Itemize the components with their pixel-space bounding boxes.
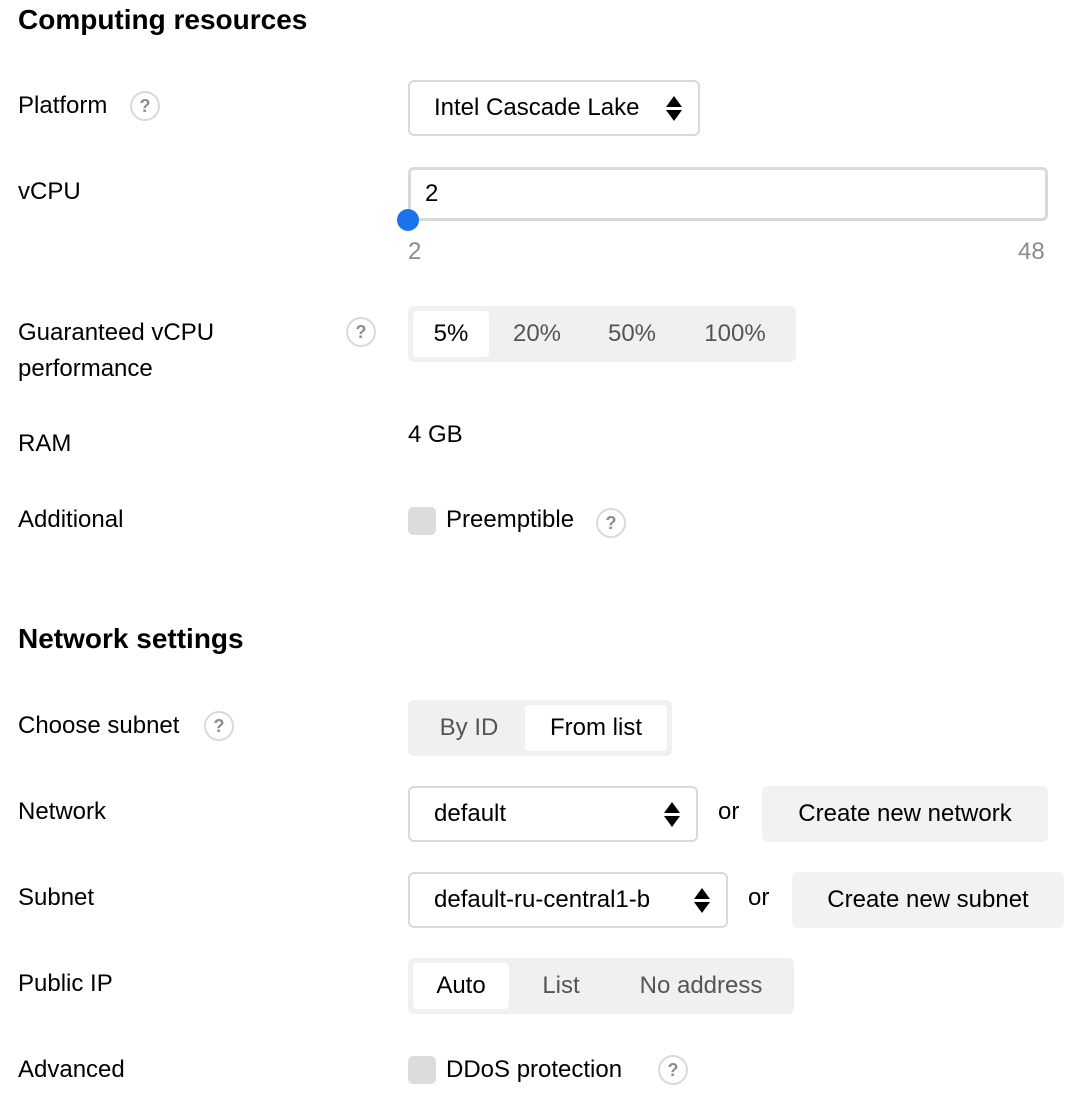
network-select-value: default bbox=[434, 800, 507, 827]
public-ip-auto-option[interactable]: Auto bbox=[413, 963, 509, 1009]
subnet-label: Subnet bbox=[18, 884, 95, 911]
subnet-from-list-option[interactable]: From list bbox=[525, 705, 667, 751]
guaranteed-performance-label: Guaranteed vCPU performance bbox=[18, 315, 214, 387]
guaranteed-option-100[interactable]: 100% bbox=[679, 311, 791, 357]
computing-resources-title: Computing resources bbox=[18, 4, 308, 35]
vcpu-input-value: 2 bbox=[425, 180, 439, 207]
public-ip-label: Public IP bbox=[18, 970, 113, 997]
vcpu-input[interactable]: 2 bbox=[408, 167, 1048, 221]
vcpu-min-label: 2 bbox=[408, 238, 422, 265]
select-arrows-icon bbox=[694, 887, 710, 913]
vcpu-slider-handle[interactable] bbox=[397, 209, 419, 231]
guaranteed-performance-segmented: 5% 20% 50% 100% bbox=[408, 306, 796, 362]
guaranteed-performance-label-line2: performance bbox=[18, 355, 153, 382]
preemptible-checkbox[interactable] bbox=[408, 507, 436, 535]
public-ip-no-address-option[interactable]: No address bbox=[613, 963, 789, 1009]
subnet-or-text: or bbox=[748, 884, 770, 911]
preemptible-help-icon[interactable]: ? bbox=[596, 508, 626, 538]
platform-label: Platform bbox=[18, 92, 108, 119]
network-select[interactable]: default bbox=[408, 786, 698, 842]
vcpu-label: vCPU bbox=[18, 178, 81, 205]
guaranteed-option-5[interactable]: 5% bbox=[413, 311, 489, 357]
platform-help-icon[interactable]: ? bbox=[130, 91, 160, 121]
select-arrows-icon bbox=[666, 95, 682, 121]
guaranteed-performance-label-line1: Guaranteed vCPU bbox=[18, 319, 215, 346]
advanced-label: Advanced bbox=[18, 1056, 125, 1083]
subnet-by-id-option[interactable]: By ID bbox=[413, 705, 525, 751]
public-ip-segmented: Auto List No address bbox=[408, 958, 794, 1014]
preemptible-label[interactable]: Preemptible bbox=[446, 502, 574, 538]
subnet-select-value: default-ru-central1-b bbox=[434, 886, 651, 913]
create-network-button[interactable]: Create new network bbox=[762, 786, 1048, 842]
guaranteed-option-50[interactable]: 50% bbox=[585, 311, 679, 357]
choose-subnet-label: Choose subnet bbox=[18, 712, 180, 739]
ddos-protection-checkbox[interactable] bbox=[408, 1056, 436, 1084]
platform-select[interactable]: Intel Cascade Lake bbox=[408, 80, 700, 136]
ram-value: 4 GB bbox=[408, 421, 463, 448]
ram-label: RAM bbox=[18, 430, 72, 457]
select-arrows-icon bbox=[664, 801, 680, 827]
network-label: Network bbox=[18, 798, 107, 825]
create-subnet-button[interactable]: Create new subnet bbox=[792, 872, 1064, 928]
ddos-protection-help-icon[interactable]: ? bbox=[658, 1055, 688, 1085]
public-ip-list-option[interactable]: List bbox=[509, 963, 613, 1009]
subnet-select[interactable]: default-ru-central1-b bbox=[408, 872, 728, 928]
platform-select-value: Intel Cascade Lake bbox=[434, 94, 640, 121]
vcpu-max-label: 48 bbox=[1018, 238, 1045, 265]
ddos-protection-label[interactable]: DDoS protection bbox=[446, 1052, 622, 1088]
choose-subnet-help-icon[interactable]: ? bbox=[204, 711, 234, 741]
choose-subnet-segmented: By ID From list bbox=[408, 700, 672, 756]
guaranteed-performance-help-icon[interactable]: ? bbox=[346, 317, 376, 347]
network-settings-title: Network settings bbox=[18, 623, 244, 654]
guaranteed-option-20[interactable]: 20% bbox=[489, 311, 585, 357]
additional-label: Additional bbox=[18, 506, 124, 533]
network-or-text: or bbox=[718, 798, 740, 825]
